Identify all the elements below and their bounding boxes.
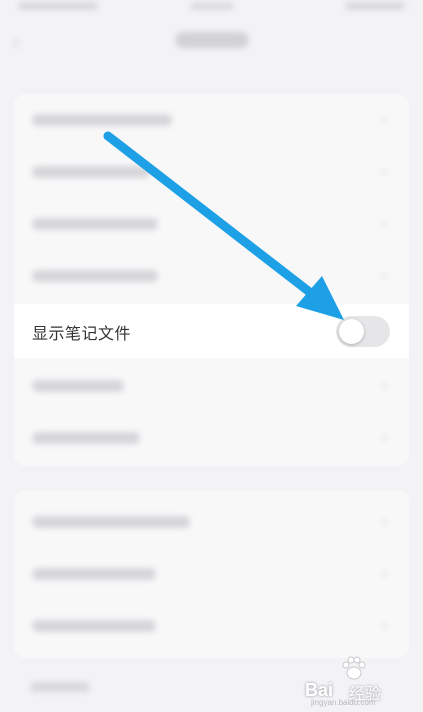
status-time [18, 2, 98, 10]
chevron-right-icon: › [381, 377, 387, 394]
baidu-paw-icon [342, 656, 366, 680]
status-indicators [345, 2, 405, 10]
settings-row[interactable]: › [14, 146, 409, 198]
toggle-knob [339, 319, 364, 344]
settings-row[interactable]: › [14, 412, 409, 464]
chevron-right-icon: › [381, 215, 387, 232]
row-label [32, 516, 190, 528]
settings-row[interactable]: › [14, 548, 409, 600]
row-label [32, 218, 158, 230]
status-carrier [190, 2, 234, 10]
row-label [32, 568, 156, 580]
row-label [32, 620, 156, 632]
back-arrow-icon[interactable]: ‹ [14, 33, 30, 51]
row-label [32, 380, 124, 392]
chevron-right-icon: › [381, 111, 387, 128]
show-note-files-row[interactable]: 显示笔记文件 [14, 304, 409, 358]
settings-row[interactable]: › [14, 94, 409, 146]
page-title [176, 32, 248, 48]
chevron-right-icon: › [381, 163, 387, 180]
settings-row[interactable]: › [14, 600, 409, 652]
status-bar [0, 0, 423, 16]
footer-text [30, 682, 90, 692]
settings-row[interactable]: › [14, 198, 409, 250]
row-label [32, 114, 172, 126]
show-note-files-label: 显示笔记文件 [32, 326, 132, 343]
chevron-right-icon: › [381, 429, 387, 446]
watermark-url: jingyan.baidu.com [311, 698, 376, 707]
chevron-right-icon: › [381, 617, 387, 634]
show-note-files-toggle[interactable] [336, 316, 390, 347]
row-label [32, 166, 150, 178]
watermark: Bai 经验 jingyan.baidu.com [305, 656, 415, 707]
settings-row[interactable]: › [14, 250, 409, 302]
chevron-right-icon: › [381, 513, 387, 530]
settings-row[interactable]: › [14, 496, 409, 548]
chevron-right-icon: › [381, 267, 387, 284]
chevron-right-icon: › [381, 565, 387, 582]
row-label [32, 270, 158, 282]
settings-row[interactable]: › [14, 360, 409, 412]
header: ‹ [0, 16, 423, 68]
row-label [32, 432, 140, 444]
